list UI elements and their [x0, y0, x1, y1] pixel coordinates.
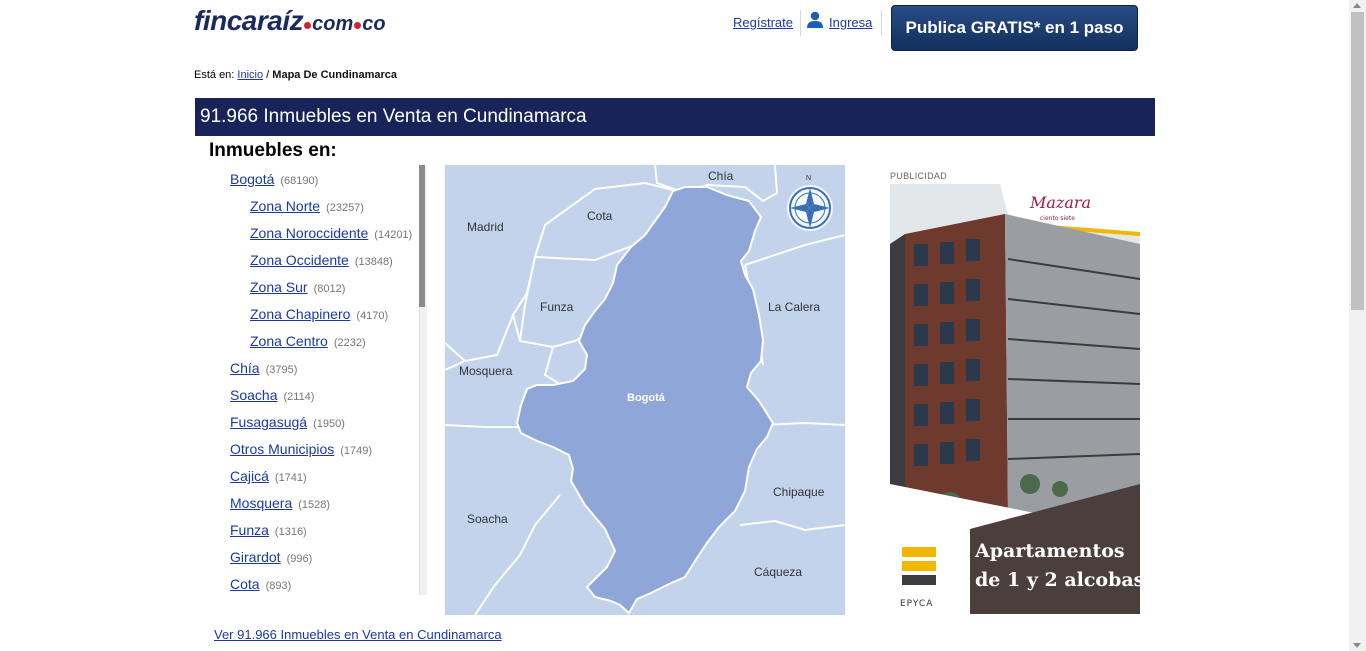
map-label-mosquera[interactable]: Mosquera	[459, 364, 513, 378]
location-link[interactable]: Zona Occidente	[250, 252, 349, 268]
location-link[interactable]: Zona Chapinero	[250, 306, 350, 322]
logo-dot-icon	[304, 21, 312, 29]
breadcrumb: Está en: Inicio / Mapa De Cundinamarca	[194, 69, 397, 81]
ad-brand-sub: ciento siete	[1040, 215, 1075, 222]
location-link[interactable]: Soacha	[230, 387, 277, 403]
location-count: (1316)	[274, 526, 307, 538]
list-item: Zona Noroccidente (14201)	[250, 225, 412, 241]
location-count: (1749)	[340, 445, 373, 457]
logo-tld-text: com	[312, 13, 354, 35]
list-item: Zona Occidente (13848)	[250, 252, 393, 268]
location-count: (4170)	[356, 310, 389, 322]
list-item: Cajicá (1741)	[230, 468, 307, 484]
ad-brand: Mazara	[1029, 193, 1091, 212]
location-count: (14201)	[374, 229, 413, 241]
map-label-chipaque[interactable]: Chipaque	[773, 485, 825, 499]
region-map: Chía Cota Madrid Funza La Calera Mosquer…	[445, 165, 845, 615]
location-count: (68190)	[280, 175, 319, 187]
view-all-link[interactable]: Ver 91.966 Inmuebles en Venta en Cundina…	[214, 627, 502, 642]
location-link[interactable]: Cajicá	[230, 468, 269, 484]
register-link[interactable]: Regístrate	[733, 15, 793, 30]
list-item: Zona Sur (8012)	[250, 279, 345, 295]
logo-dot-icon-2	[354, 21, 362, 29]
location-link[interactable]: Bogotá	[230, 171, 274, 187]
ad-headline-2: de 1 y 2 alcobas	[975, 569, 1140, 591]
location-list: Bogotá (68190) Zona Norte (23257) Zona Nor…	[210, 165, 418, 595]
site-logo[interactable]: fincaraíz com co	[194, 5, 386, 37]
list-item: Zona Chapinero (4170)	[250, 306, 388, 322]
page-scrollbar-thumb[interactable]	[1351, 12, 1364, 310]
ad-headline-1: Apartamentos	[974, 540, 1125, 562]
scroll-down-icon[interactable]	[1353, 643, 1361, 648]
breadcrumb-separator: /	[266, 69, 270, 81]
location-link[interactable]: Chía	[230, 360, 260, 376]
header-divider	[800, 10, 801, 36]
map-label-la-calera[interactable]: La Calera	[768, 300, 820, 314]
header-divider-2	[881, 10, 882, 36]
list-item: Zona Centro (2232)	[250, 333, 366, 349]
login-link[interactable]: Ingresa	[829, 15, 872, 30]
location-count: (13848)	[354, 256, 393, 268]
breadcrumb-prefix: Está en:	[194, 69, 235, 81]
page-title-banner: 91.966 Inmuebles en Venta en Cundinamarc…	[195, 98, 1155, 136]
location-link[interactable]: Funza	[230, 522, 269, 538]
location-count: (8012)	[313, 283, 346, 295]
location-link[interactable]: Girardot	[230, 549, 281, 565]
location-count: (1950)	[313, 418, 345, 430]
map-label-caqueza[interactable]: Cáqueza	[754, 565, 802, 579]
location-link[interactable]: Otros Municipios	[230, 441, 334, 457]
list-item: Funza (1316)	[230, 522, 307, 538]
list-item: Soacha (2114)	[230, 387, 314, 403]
list-item: Zona Norte (23257)	[250, 198, 364, 214]
epyca-logo-icon	[902, 547, 936, 585]
list-item: Girardot (996)	[230, 549, 312, 565]
location-link[interactable]: Mosquera	[230, 495, 292, 511]
location-link[interactable]: Zona Sur	[250, 279, 308, 295]
list-item: Otros Municipios (1749)	[230, 441, 372, 457]
location-count: (3795)	[265, 364, 298, 376]
location-count: (23257)	[326, 202, 364, 214]
list-item: Bogotá (68190)	[230, 171, 318, 187]
location-count: (996)	[286, 553, 313, 565]
location-count: (1741)	[274, 472, 307, 484]
ad-developer: EPYCA	[900, 599, 933, 609]
location-count: (2232)	[333, 337, 366, 349]
map-label-cota[interactable]: Cota	[587, 209, 613, 223]
location-link[interactable]: Zona Noroccidente	[250, 225, 368, 241]
breadcrumb-current: Mapa De Cundinamarca	[272, 69, 397, 81]
map-label-chia[interactable]: Chía	[708, 169, 734, 183]
list-item: Fusagasugá (1950)	[230, 414, 345, 430]
list-scrollbar-thumb[interactable]	[419, 165, 425, 307]
ad-banner[interactable]: Mazara ciento siete Apartamentos de 1 y …	[890, 184, 1140, 614]
scroll-up-icon[interactable]	[1353, 3, 1361, 8]
logo-main-text: fincaraíz	[194, 5, 304, 36]
user-icon[interactable]	[807, 11, 823, 29]
location-link[interactable]: Fusagasugá	[230, 414, 307, 430]
location-link[interactable]: Zona Norte	[250, 198, 320, 214]
building-image	[890, 214, 1140, 516]
logo-tld2-text: co	[362, 13, 386, 35]
location-link[interactable]: Cota	[230, 576, 260, 592]
breadcrumb-home-link[interactable]: Inicio	[237, 69, 263, 81]
location-count: (1528)	[298, 499, 331, 511]
list-item: Cota (893)	[230, 576, 291, 592]
location-link[interactable]: Zona Centro	[250, 333, 328, 349]
compass-north-label: N	[806, 175, 811, 182]
location-count: (2114)	[283, 391, 315, 403]
list-item: Mosquera (1528)	[230, 495, 330, 511]
map-label-bogota[interactable]: Bogotá	[627, 392, 666, 404]
list-item: Chía (3795)	[230, 360, 297, 376]
map-label-soacha[interactable]: Soacha	[467, 512, 508, 526]
ad-label: PUBLICIDAD	[890, 171, 948, 181]
section-title: Inmuebles en:	[209, 140, 337, 161]
map-label-funza[interactable]: Funza	[540, 300, 574, 314]
page-title: 91.966 Inmuebles en Venta en Cundinamarc…	[200, 106, 587, 127]
publish-free-button[interactable]: Publica GRATIS* en 1 paso	[891, 5, 1138, 51]
location-count: (893)	[265, 580, 292, 592]
page-scrollbar[interactable]	[1349, 0, 1366, 651]
map-label-madrid[interactable]: Madrid	[467, 220, 504, 234]
